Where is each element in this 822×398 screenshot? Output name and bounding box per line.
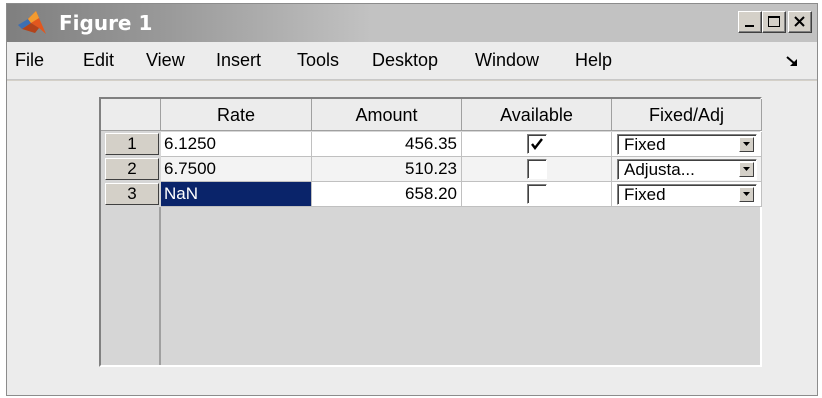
maximize-icon: [768, 16, 780, 27]
cell-amount-3[interactable]: 658.20: [312, 182, 462, 207]
cell-type-3: Fixed: [612, 182, 762, 207]
figure-window: Figure 1 File Edit View Insert Tools Des…: [6, 3, 818, 396]
close-button[interactable]: [788, 11, 812, 33]
type-dropdown-value: Fixed: [624, 185, 666, 204]
type-dropdown-1[interactable]: Fixed: [617, 134, 757, 155]
row-header-2[interactable]: 2: [105, 158, 159, 180]
cell-available-2: [462, 157, 612, 182]
cell-available-1: [462, 132, 612, 157]
dropdown-button[interactable]: [739, 162, 754, 177]
available-checkbox-3[interactable]: [526, 184, 547, 204]
dropdown-button[interactable]: [739, 137, 754, 152]
row-header-3[interactable]: 3: [105, 183, 159, 205]
row-header-column: [159, 207, 161, 365]
figure-canvas: Rate Amount Available Fixed/Adj 1 6.1250…: [7, 81, 817, 395]
cell-type-1: Fixed: [612, 132, 762, 157]
empty-table-area: [101, 207, 760, 365]
cell-amount-2[interactable]: 510.23: [312, 157, 462, 182]
type-dropdown-value: Fixed: [624, 135, 666, 154]
matlab-logo-icon: [18, 11, 46, 34]
type-dropdown-2[interactable]: Adjusta...: [617, 159, 757, 180]
minimize-button[interactable]: [738, 11, 762, 33]
menu-desktop[interactable]: Desktop: [372, 50, 438, 71]
cell-amount-1[interactable]: 456.35: [312, 132, 462, 157]
menu-window[interactable]: Window: [475, 50, 539, 71]
window-title: Figure 1: [59, 11, 153, 35]
corner-header: [101, 99, 161, 131]
menu-edit[interactable]: Edit: [83, 50, 114, 71]
cell-rate-2[interactable]: 6.7500: [161, 157, 312, 182]
ui-table[interactable]: Rate Amount Available Fixed/Adj 1 6.1250…: [99, 97, 762, 367]
type-dropdown-3[interactable]: Fixed: [617, 184, 757, 205]
cell-available-3: [462, 182, 612, 207]
title-bar[interactable]: Figure 1: [7, 4, 817, 42]
cell-rate-3[interactable]: NaN: [161, 182, 312, 207]
menu-tools[interactable]: Tools: [297, 50, 339, 71]
column-header-amount[interactable]: Amount: [312, 99, 462, 131]
minimize-icon: [745, 25, 754, 27]
menu-insert[interactable]: Insert: [216, 50, 261, 71]
row-header-1[interactable]: 1: [105, 133, 159, 155]
cell-rate-1[interactable]: 6.1250: [161, 132, 312, 157]
dropdown-arrow-icon: [743, 167, 750, 171]
dock-arrow-icon[interactable]: [786, 56, 800, 68]
column-header-available[interactable]: Available: [462, 99, 612, 131]
cell-type-2: Adjusta...: [612, 157, 762, 182]
dropdown-arrow-icon: [743, 192, 750, 196]
menu-help[interactable]: Help: [575, 50, 612, 71]
close-icon: [794, 16, 805, 27]
menu-file[interactable]: File: [15, 50, 44, 71]
available-checkbox-2[interactable]: [526, 159, 547, 179]
available-checkbox-1[interactable]: [526, 134, 547, 154]
column-header-fixed-adj[interactable]: Fixed/Adj: [612, 99, 762, 131]
dropdown-button[interactable]: [739, 187, 754, 202]
maximize-button[interactable]: [762, 11, 786, 33]
checkmark-icon: [530, 138, 543, 150]
menu-view[interactable]: View: [146, 50, 185, 71]
type-dropdown-value: Adjusta...: [624, 160, 695, 179]
column-header-rate[interactable]: Rate: [161, 99, 312, 131]
dropdown-arrow-icon: [743, 142, 750, 146]
menu-bar: File Edit View Insert Tools Desktop Wind…: [7, 42, 817, 80]
